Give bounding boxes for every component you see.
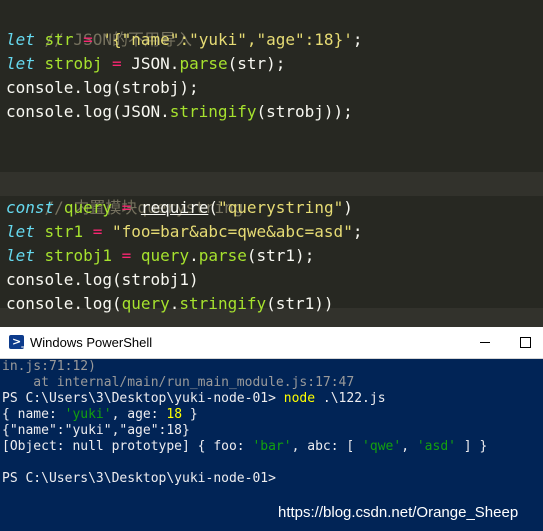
call: console.log( (6, 102, 122, 121)
output-text: , abc: [ (291, 439, 363, 454)
string: "foo=bar&abc=qwe&abc=asd" (112, 222, 353, 241)
output-string: 'qwe' (362, 439, 402, 454)
maximize-icon (520, 337, 531, 348)
variable: str1 (44, 222, 84, 241)
command-arg: .\122.js (315, 391, 386, 406)
variable: strobj (44, 54, 103, 73)
output-number: 18 (166, 407, 183, 422)
operator: = (111, 54, 122, 73)
object: query (121, 294, 170, 313)
output-string: 'yuki' (64, 407, 112, 422)
code-line-5: console.log(JSON.stringify(strobj)); (6, 100, 353, 124)
output-text: [Object: null prototype] { foo: (2, 439, 253, 454)
dot: . (160, 102, 170, 121)
window-title: Windows PowerShell (30, 335, 153, 350)
minimize-icon (480, 342, 490, 343)
output-string: 'bar' (252, 439, 292, 454)
method: stringify (179, 294, 267, 313)
dot: . (169, 294, 180, 313)
maximize-button[interactable] (506, 327, 543, 358)
call: console.log( (6, 294, 122, 313)
variable: query (63, 198, 112, 217)
code-line-7: const query = require("querystring") (6, 196, 353, 220)
output-text: ] } (455, 439, 488, 454)
terminal-line: [Object: null prototype] { foo: 'bar', a… (2, 439, 487, 455)
variable: str (44, 30, 74, 49)
code-editor[interactable]: // JSON的不用导入 let str = '{"name":"yuki","… (0, 0, 543, 327)
args: (strobj)); (256, 102, 353, 121)
output-text: { name: (2, 407, 65, 422)
code-line-11: console.log(query.stringify(str1)) (6, 292, 334, 316)
punct: ; (352, 30, 363, 49)
terminal-line: at internal/main/run_main_module.js:17:4… (2, 375, 355, 390)
statement: console.log(strobj1) (6, 270, 199, 289)
method: parse (198, 246, 247, 265)
keyword: let (6, 54, 35, 73)
object: JSON (121, 102, 161, 121)
code-line-10: console.log(strobj1) (6, 268, 199, 292)
variable: strobj1 (44, 246, 112, 265)
terminal-prompt: PS C:\Users\3\Desktop\yuki-node-01> (2, 471, 276, 486)
args: (str); (227, 54, 286, 73)
string: '{"name":"yuki","age":18}' (102, 30, 353, 49)
code-line-4: console.log(strobj); (6, 76, 199, 100)
object: JSON (131, 54, 170, 73)
string: "querystring" (217, 198, 344, 217)
powershell-window: >_ Windows PowerShell in.js:71:12) at in… (0, 327, 543, 531)
code-line-3: let strobj = JSON.parse(str); (6, 52, 285, 76)
code-line-2: let str = '{"name":"yuki","age":18}'; (6, 28, 362, 52)
watermark-url: https://blog.csdn.net/Orange_Sheep (278, 504, 519, 521)
object: query (140, 246, 190, 265)
prompt: PS C:\Users\3\Desktop\yuki-node-01> (2, 391, 284, 406)
keyword: const (6, 198, 55, 217)
terminal-line: {"name":"yuki","age":18} (2, 423, 190, 438)
code-line-8: let str1 = "foo=bar&abc=qwe&abc=asd"; (6, 220, 362, 244)
keyword: let (6, 222, 35, 241)
powershell-icon: >_ (9, 335, 27, 349)
args: (str1); (246, 246, 315, 265)
dot: . (189, 246, 199, 265)
method: stringify (169, 102, 257, 121)
punct: ; (352, 222, 363, 241)
minimize-button[interactable] (466, 327, 506, 358)
keyword: let (6, 246, 35, 265)
operator: = (121, 246, 132, 265)
code-line-9: let strobj1 = query.parse(str1); (6, 244, 314, 268)
args: (str1)) (266, 294, 334, 313)
require-call: require (140, 198, 209, 217)
terminal-line: in.js:71:12) (2, 359, 96, 374)
keyword: let (6, 30, 35, 49)
dot: . (169, 54, 180, 73)
statement: console.log(strobj); (6, 78, 199, 97)
output-text: , (401, 439, 417, 454)
command: node (283, 391, 316, 406)
punct: ( (208, 198, 218, 217)
operator: = (83, 30, 93, 49)
window-titlebar[interactable]: >_ Windows PowerShell (0, 327, 543, 359)
output-text: , age: (111, 407, 167, 422)
output-text: } (182, 407, 198, 422)
terminal-command-line: PS C:\Users\3\Desktop\yuki-node-01> node… (2, 391, 386, 407)
operator: = (92, 222, 103, 241)
operator: = (121, 198, 132, 217)
punct: ) (343, 198, 353, 217)
method: parse (179, 54, 228, 73)
terminal-line: { name: 'yuki', age: 18 } (2, 407, 198, 423)
output-string: 'asd' (416, 439, 456, 454)
